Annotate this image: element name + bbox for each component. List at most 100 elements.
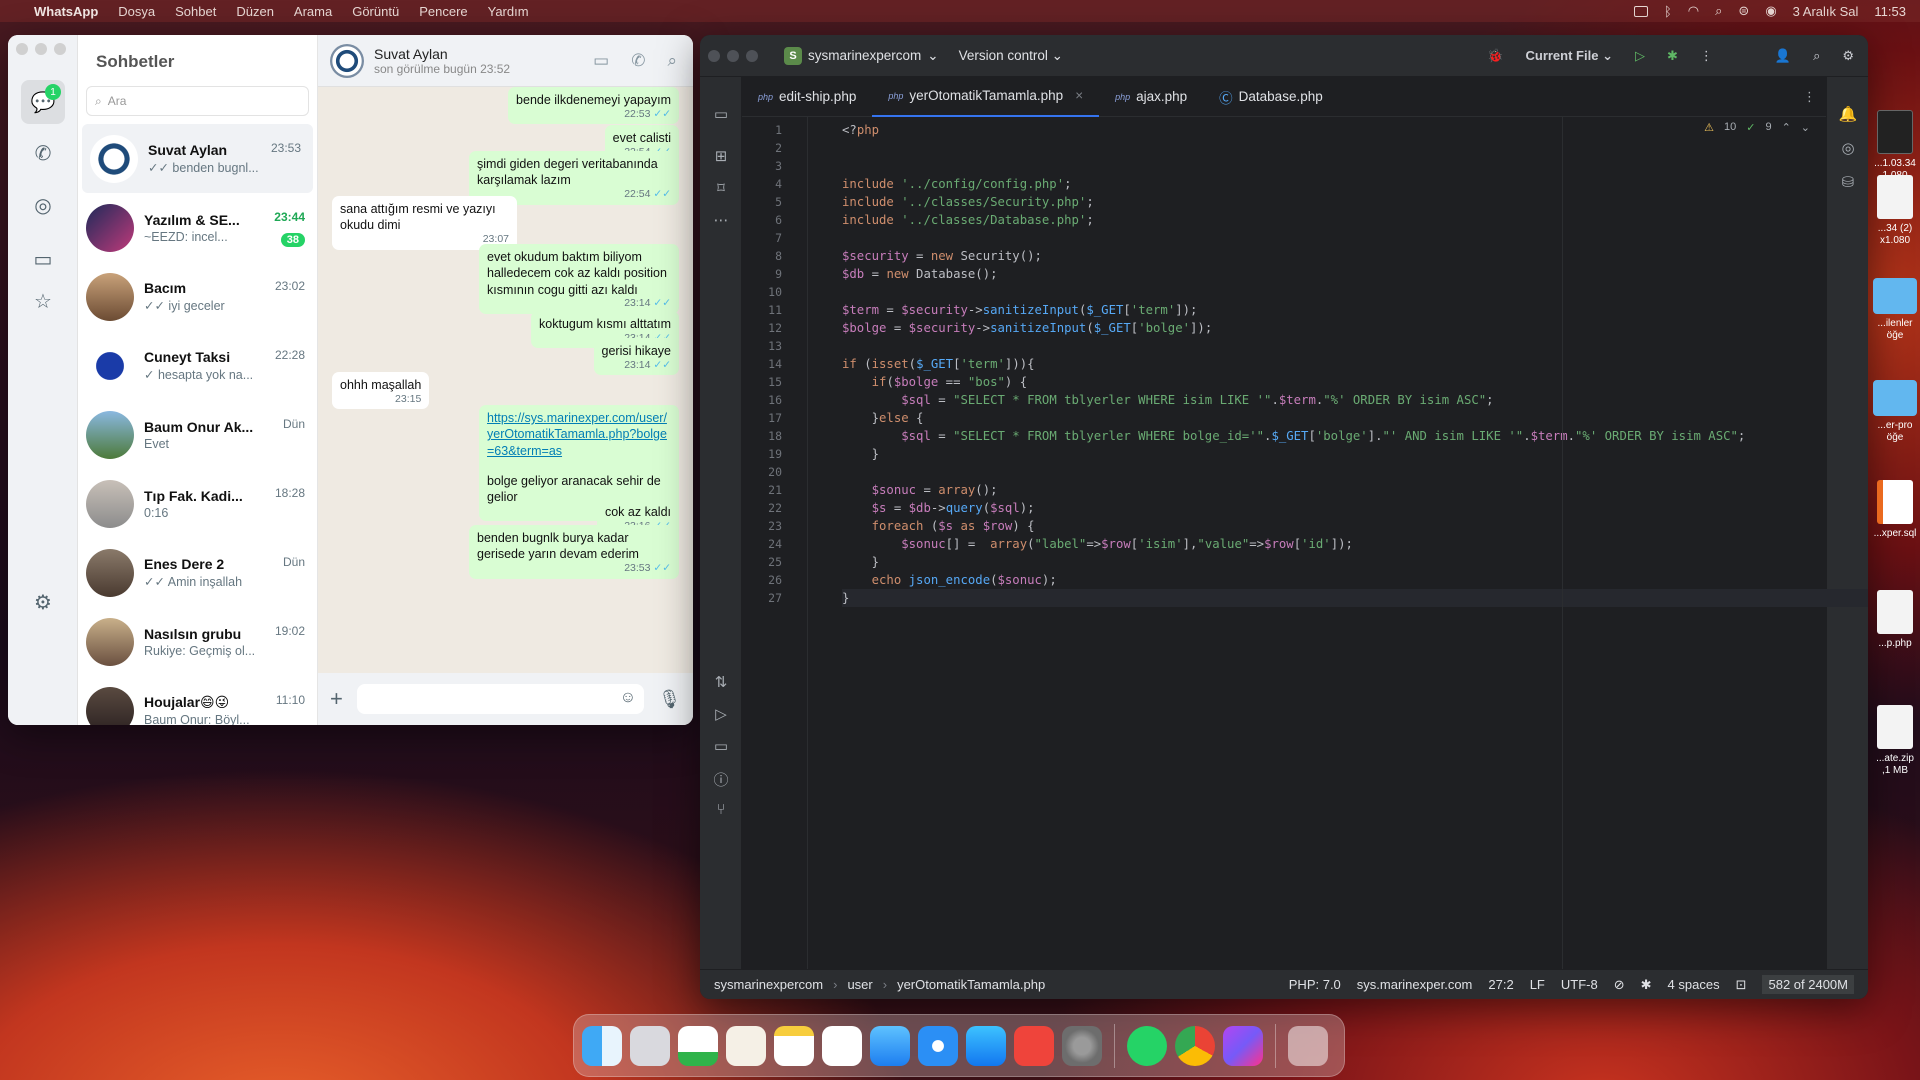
menu-item-file[interactable]: Dosya	[118, 4, 155, 19]
settings-gear-icon[interactable]: ⚙	[1842, 48, 1854, 64]
screen-icon[interactable]	[1633, 5, 1648, 17]
code-editor[interactable]: 1 2 3 4 5 6 7 8 9 10 11 12 13 14 15 16 17 18 19 20 21 22 23 24 2…	[742, 117, 1868, 969]
calls-nav-button[interactable]: ✆	[21, 131, 65, 175]
ide-close-button[interactable]	[708, 50, 720, 62]
more-horizontal-icon[interactable]: ⋯	[711, 211, 731, 231]
menu-app-name[interactable]: WhatsApp	[34, 4, 98, 19]
project-folder-icon[interactable]: ▭	[711, 105, 731, 125]
status-nav-button[interactable]: ◎	[21, 183, 65, 227]
message-bubble[interactable]: bende ilkdenemeyi yapayım 22:53 ✓✓	[508, 87, 679, 125]
close-tab-icon[interactable]: ×	[1075, 88, 1083, 103]
desktop-file[interactable]: ...xper.sql	[1870, 480, 1920, 540]
code-line[interactable]: }	[842, 445, 879, 463]
control-center-icon[interactable]: ⊜	[1738, 3, 1749, 19]
message-bubble[interactable]: gerisi hikaye 23:14 ✓✓	[593, 338, 679, 376]
desktop-file[interactable]: ...p.php	[1870, 590, 1920, 650]
launchpad-icon[interactable]	[630, 1025, 670, 1066]
chat-list-item[interactable]: Cuneyt Taksi ✓ hesapta yok na... 22:28	[78, 331, 317, 400]
problems-icon[interactable]: ⓘ	[711, 769, 731, 789]
menu-item-edit[interactable]: Düzen	[236, 4, 274, 19]
code-line[interactable]: }	[842, 589, 1868, 607]
attach-plus-icon[interactable]: +	[330, 686, 343, 712]
php-version[interactable]: PHP: 7.0	[1289, 977, 1341, 992]
tabs-more-icon[interactable]: ⋮	[1803, 89, 1816, 105]
menu-date[interactable]: 3 Aralık Sal	[1793, 4, 1859, 19]
message-input[interactable]: ☺	[356, 684, 645, 714]
menu-item-chat[interactable]: Sohbet	[175, 4, 216, 19]
emoji-icon[interactable]: ☺	[620, 689, 636, 707]
code-line[interactable]: $sonuc[] = array("label"=>$row['isim'],"…	[842, 535, 1353, 553]
menu-item-call[interactable]: Arama	[294, 4, 332, 19]
tab-yerotomatiktamamla[interactable]: php yerOtomatikTamamla.php ×	[872, 76, 1100, 117]
desktop-file[interactable]: ...1.03.34 1.080	[1870, 110, 1920, 182]
code-line[interactable]: $bolge = $security->sanitizeInput($_GET[…	[842, 319, 1212, 337]
desktop-file[interactable]: ...ate.zip ,1 MB	[1870, 705, 1920, 777]
code-line[interactable]: include '../classes/Database.php';	[842, 211, 1094, 229]
menu-item-window[interactable]: Pencere	[419, 4, 467, 19]
add-user-icon[interactable]: 👤	[1775, 48, 1791, 64]
lock-icon[interactable]: ⊡	[1736, 977, 1747, 993]
freeform-icon[interactable]	[822, 1025, 862, 1066]
spotlight-icon[interactable]: ⌕	[1715, 3, 1722, 19]
notes-icon[interactable]	[774, 1025, 814, 1066]
menu-item-view[interactable]: Görüntü	[352, 4, 399, 19]
services-icon[interactable]: ▷	[711, 705, 731, 725]
starred-nav-button[interactable]: ☆	[21, 279, 65, 323]
breadcrumb-project[interactable]: sysmarinexpercom	[714, 977, 823, 992]
run-config-selector[interactable]: Current File ⌄	[1525, 48, 1612, 64]
ide-minimize-button[interactable]	[727, 50, 739, 62]
tab-ajax[interactable]: php ajax.php	[1099, 77, 1203, 117]
search-icon[interactable]: ⌕	[1813, 48, 1820, 64]
chevron-up-icon[interactable]: ⌃	[1782, 121, 1791, 134]
code-line[interactable]: $sql = "SELECT * FROM tblyerler WHERE is…	[842, 391, 1493, 409]
bookmarks-icon[interactable]: ⌑	[711, 179, 731, 199]
code-line[interactable]: $s = $db->query($sql);	[842, 499, 1035, 517]
siri-icon[interactable]: ◉	[1765, 3, 1776, 19]
caret-position[interactable]: 27:2	[1488, 977, 1513, 992]
chat-list-item[interactable]: Houjalar😄😜 Baum Onur: Böyl... 11:10	[78, 676, 317, 725]
settings-nav-button[interactable]: ⚙	[21, 580, 65, 624]
message-bubble[interactable]: sana attığım resmi ve yazıyı okudu dimi 2…	[332, 196, 517, 250]
chats-nav-button[interactable]: 💬 1	[21, 80, 65, 124]
code-line[interactable]: $term = $security->sanitizeInput($_GET['…	[842, 301, 1197, 319]
close-window-button[interactable]	[16, 43, 28, 55]
phpstorm-icon[interactable]	[1223, 1025, 1263, 1066]
inspection-widget[interactable]: ⚠ 10 ✓ 9 ⌃ ⌄	[1704, 121, 1810, 134]
mail-icon[interactable]	[870, 1025, 910, 1066]
deployment-server[interactable]: sys.marinexper.com	[1357, 977, 1473, 992]
code-line[interactable]: include '../config/config.php';	[842, 175, 1072, 193]
whatsapp-icon[interactable]	[1127, 1025, 1167, 1066]
run-icon[interactable]: ▷	[1635, 48, 1645, 64]
minimize-window-button[interactable]	[35, 43, 47, 55]
no-highlight-icon[interactable]: ⊘	[1614, 977, 1625, 993]
indent-setting[interactable]: 4 spaces	[1668, 977, 1720, 992]
code-line[interactable]: }else {	[842, 409, 924, 427]
zoom-window-button[interactable]	[54, 43, 66, 55]
git-icon[interactable]: ⑂	[711, 801, 731, 821]
breadcrumb-file[interactable]: yerOtomatikTamamla.php	[897, 977, 1045, 992]
conversation-header[interactable]: Suvat Aylan son görülme bugün 23:52 ▭ ✆ …	[318, 35, 693, 87]
project-selector[interactable]: S sysmarinexpercom ⌄	[784, 46, 939, 65]
menu-item-help[interactable]: Yardım	[488, 4, 529, 19]
code-line[interactable]: foreach ($s as $row) {	[842, 517, 1035, 535]
chat-list-item[interactable]: Baum Onur Ak... Evet Dün	[78, 400, 317, 469]
code-line[interactable]: if($bolge == "bos") {	[842, 373, 1028, 391]
notifications-bell-icon[interactable]: 🔔	[1838, 105, 1858, 125]
code-line[interactable]: if (isset($_GET['term'])){	[842, 355, 1035, 373]
freeform-notes-icon[interactable]	[726, 1025, 766, 1066]
video-call-icon[interactable]: ▭	[593, 51, 609, 71]
anydesk-icon[interactable]	[1014, 1025, 1054, 1066]
code-line[interactable]: echo json_encode($sonuc);	[842, 571, 1057, 589]
app-store-icon[interactable]	[966, 1025, 1006, 1066]
tab-database[interactable]: Ⓒ Database.php	[1203, 77, 1339, 117]
database-icon[interactable]: ⛁	[1838, 173, 1858, 193]
archive-nav-button[interactable]: ▭	[21, 237, 65, 281]
safari-icon[interactable]	[918, 1025, 958, 1066]
version-control-menu[interactable]: Version control ⌄	[959, 48, 1063, 64]
transfer-icon[interactable]: ⇅	[711, 673, 731, 693]
memory-indicator[interactable]: 582 of 2400M	[1762, 975, 1854, 994]
wifi-icon[interactable]: ◠	[1688, 3, 1699, 19]
code-line[interactable]: $db = new Database();	[842, 265, 998, 283]
message-bubble[interactable]: ohhh maşallah 23:15	[332, 372, 430, 410]
structure-icon[interactable]: ⊞	[711, 147, 731, 167]
